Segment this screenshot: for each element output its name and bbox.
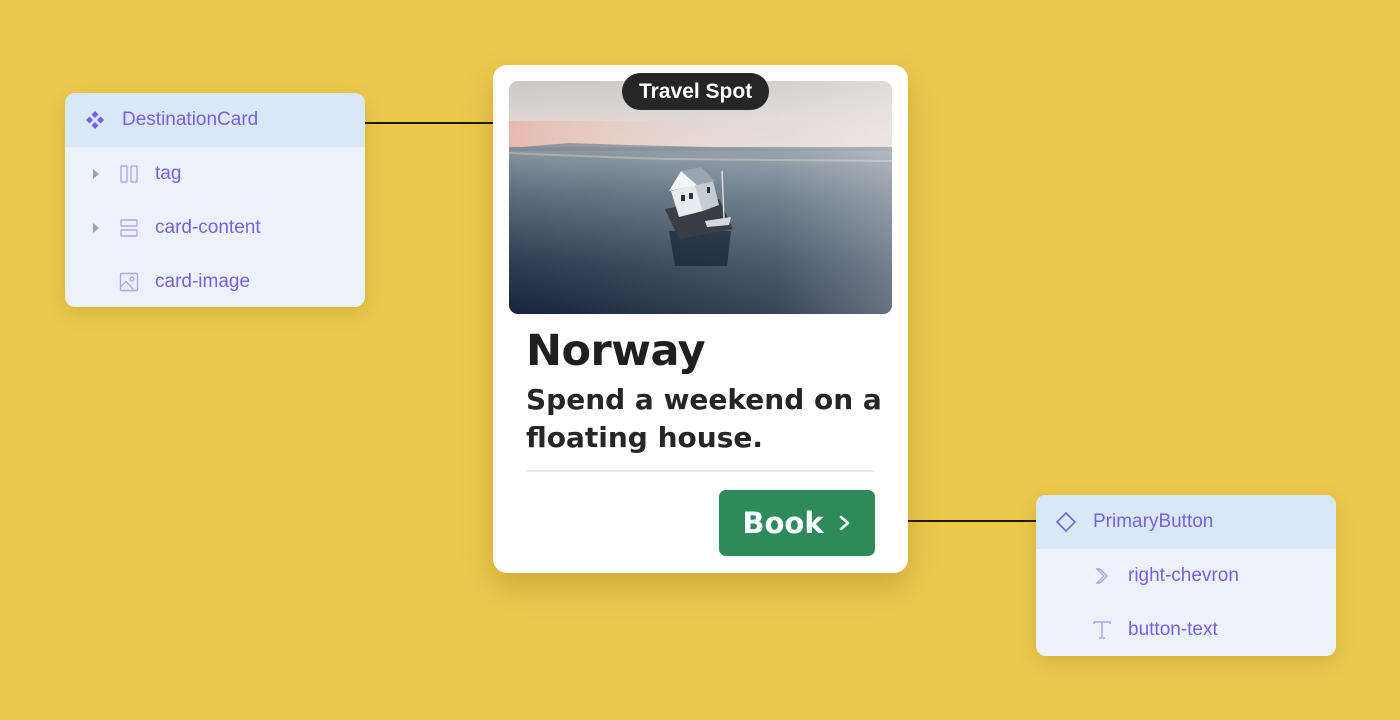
layer-label: DestinationCard [122,109,259,130]
text-icon [1091,619,1113,641]
layer-label: PrimaryButton [1093,511,1214,532]
layer-destination-card[interactable]: DestinationCard [65,93,365,147]
tag: Travel Spot [622,73,770,110]
destination-card-layer-panel: DestinationCard tag card-content card-im… [65,93,365,307]
card-title: Norway [526,326,706,376]
layer-label: card-image [155,271,251,292]
book-button[interactable]: Book [719,490,875,556]
layer-label: tag [155,163,182,184]
expand-caret-icon[interactable] [88,223,104,233]
layer-primary-button[interactable]: PrimaryButton [1036,495,1336,549]
layer-right-chevron[interactable]: right-chevron [1036,549,1336,603]
card-divider [526,470,875,472]
button-text: Book [742,506,824,540]
columns-icon [118,163,140,185]
floating-house-photo [509,81,892,314]
layer-button-text[interactable]: button-text [1036,603,1336,656]
chevron-right-icon [1091,565,1113,587]
connector-line-destination [364,122,494,124]
layer-card-image[interactable]: card-image [65,255,365,307]
primary-button-layer-panel: PrimaryButton right-chevron button-text [1036,495,1336,656]
layer-label: card-content [155,217,261,238]
instance-icon [1055,511,1077,533]
layer-label: right-chevron [1128,565,1239,586]
image-icon [118,271,140,293]
layer-card-content[interactable]: card-content [65,201,365,255]
card-image [509,81,892,314]
chevron-right-icon [838,514,852,532]
layer-tag[interactable]: tag [65,147,365,201]
destination-card: Travel Spot Norway Spend a weekend on a … [493,65,908,573]
layer-label: button-text [1128,619,1218,640]
expand-caret-icon[interactable] [88,169,104,179]
card-description: Spend a weekend on a floating house. [526,383,882,454]
rows-icon [118,217,140,239]
component-icon [84,109,106,131]
